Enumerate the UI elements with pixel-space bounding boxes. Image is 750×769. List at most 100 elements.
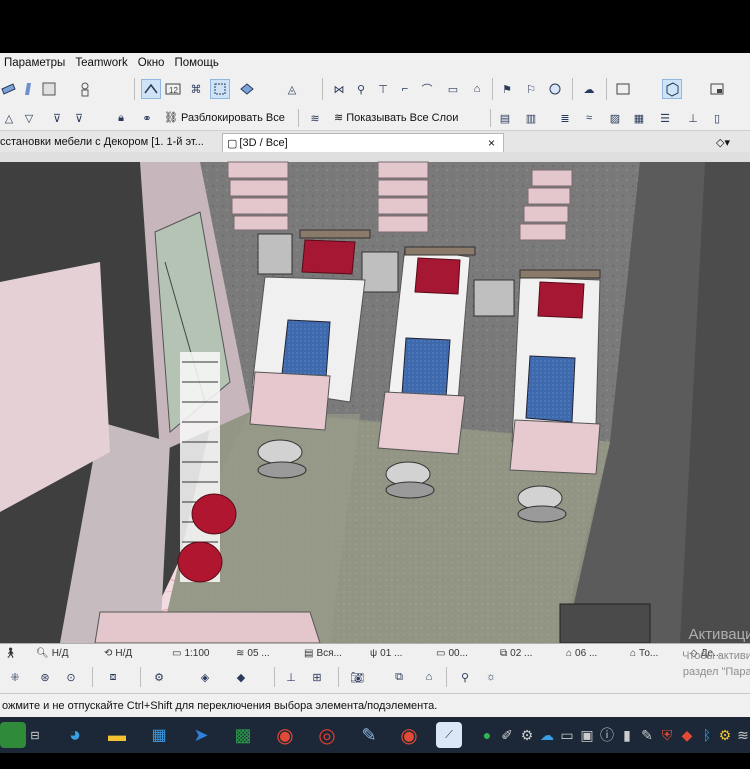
cutting-plane-icon[interactable]: ◈ <box>196 668 214 686</box>
page-icon[interactable]: ▯ <box>708 109 726 127</box>
explore-icon[interactable]: ⊛ <box>36 668 54 686</box>
eye-icon[interactable]: ⊙ <box>62 668 80 686</box>
3d-viewport[interactable] <box>0 152 750 643</box>
triangle-icon[interactable]: ◬ <box>283 80 301 98</box>
trim-icon[interactable]: ⊤ <box>374 80 392 98</box>
layer-combo-icon[interactable] <box>546 80 564 98</box>
tab-furniture-plan[interactable]: сстановки мебели с Декором [1. 1-й эт... <box>0 133 218 151</box>
activation-line2: Чтобы активиров <box>682 650 750 662</box>
waves-icon[interactable]: ≈ <box>580 109 598 127</box>
layer-combo-control[interactable]: ≋ 05 ... <box>236 646 270 660</box>
split-icon[interactable]: ⋈ <box>330 80 348 98</box>
layer-settings-icon[interactable]: ▤ <box>496 109 514 127</box>
walk-icon[interactable]: ⚲ <box>456 668 474 686</box>
yandex-icon[interactable]: ◎ <box>314 722 340 748</box>
elevation-icon[interactable]: ⊞ <box>308 668 326 686</box>
cube-icon[interactable] <box>238 80 256 98</box>
unlock-icon[interactable]: ⚭ <box>138 109 156 127</box>
pet-palette-icon[interactable] <box>141 79 161 99</box>
toolbar-main: 12 ⌘ ◬ ⋈ ⚲ ⊤ ⌐ ⌒ ▭ ⌂ ⚑ ⚐ ☁ <box>0 72 750 107</box>
store-icon[interactable]: ▦ <box>146 722 172 748</box>
show-all-layers-button[interactable]: ≋ Показывать Все Слои <box>334 111 458 125</box>
figure-icon[interactable] <box>76 80 94 98</box>
cloud-icon[interactable]: ☁ <box>580 80 598 98</box>
pattern-icon[interactable]: ▨ <box>606 109 624 127</box>
flag-icon[interactable]: ⚑ <box>498 80 516 98</box>
model-view-icon: ▭ <box>436 647 446 659</box>
renovation-control[interactable]: ⌂ 06 ... <box>566 646 597 660</box>
orbit-icon[interactable]: ⁜ <box>6 668 24 686</box>
menu-parameters[interactable]: Параметры <box>0 57 71 69</box>
task-view-icon[interactable]: ⊟ <box>22 722 48 748</box>
window-icon[interactable] <box>708 80 726 98</box>
renovation-value: 06 ... <box>575 647 598 659</box>
magic-wand-icon[interactable]: ⚲ <box>352 80 370 98</box>
block-icon[interactable]: ▦ <box>630 109 648 127</box>
to-control[interactable]: ⌂ То... <box>630 646 658 660</box>
unlock-all-button[interactable]: ⛓ Разблокировать Все <box>164 111 285 125</box>
tray-wifi-icon[interactable]: ≋ <box>730 722 750 748</box>
rows-icon[interactable]: ☰ <box>656 109 674 127</box>
override-value: 02 ... <box>510 647 533 659</box>
building-icon[interactable]: ⌂ <box>420 668 438 686</box>
pen-set-value: 01 ... <box>380 647 403 659</box>
window-frame-icon[interactable] <box>40 80 58 98</box>
roof-icon[interactable]: ⌂ <box>468 80 486 98</box>
menu-help[interactable]: Помощь <box>170 57 224 69</box>
rotation-control[interactable]: ⟲ Н/Д <box>104 646 132 660</box>
structure-control[interactable]: ▤ Вся... <box>304 646 342 660</box>
file-explorer-icon[interactable]: ▬ <box>104 722 130 748</box>
filter-icon[interactable]: ⧈ <box>104 668 122 686</box>
underline-triangle-icon[interactable]: ⊽ <box>48 109 66 127</box>
menu-teamwork[interactable]: Teamwork <box>71 57 133 69</box>
tab-bar: сстановки мебели с Декором [1. 1-й эт...… <box>0 131 750 153</box>
person-icon[interactable]: 🚶︎ <box>4 646 17 660</box>
columns-icon[interactable]: ▥ <box>522 109 540 127</box>
style-icon[interactable]: ◆ <box>232 668 250 686</box>
archicad-icon[interactable]: ⟋ <box>436 722 462 748</box>
rectangle-icon[interactable]: ▭ <box>444 80 462 98</box>
image-icon[interactable] <box>614 80 632 98</box>
corner-icon[interactable]: ⌐ <box>396 80 414 98</box>
close-icon[interactable]: × <box>488 136 495 150</box>
cross-icon[interactable]: ⌘ <box>187 80 205 98</box>
shade-icon[interactable]: ⊥ <box>684 109 702 127</box>
chrome-2-icon[interactable]: ◉ <box>396 722 422 748</box>
structure-icon: ▤ <box>304 647 314 659</box>
model-view-control[interactable]: ▭ 00... <box>436 646 468 660</box>
nd2-value: Н/Д <box>115 647 133 659</box>
chrome-icon[interactable]: ◉ <box>272 722 298 748</box>
tab-3d-view[interactable]: ▢ [3D / Все] × <box>222 133 504 152</box>
zoom-control[interactable]: 🔍︎ Н/Д <box>36 646 68 660</box>
triangle-down-icon[interactable]: ▽ <box>20 109 38 127</box>
to-value: То... <box>639 647 659 659</box>
edge-icon[interactable]: ◕ <box>62 722 88 748</box>
3d-view-icon[interactable] <box>662 79 682 99</box>
triangle-up-icon[interactable]: △ <box>0 109 18 127</box>
elements-icon[interactable]: ⚙ <box>150 668 168 686</box>
layers-icon[interactable]: ≋ <box>306 109 324 127</box>
windows-taskbar: ⊟ ◕ ▬ ▦ ➤ ▩ ◉ ◎ ✎ ◉ ⟋ ● ✐ ⚙ ☁ ▭ ▣ ⓘ ▮ ✎ … <box>0 717 750 753</box>
pencil-icon[interactable] <box>20 80 38 98</box>
paint-icon[interactable]: ✎ <box>356 722 382 748</box>
graphic-override-control[interactable]: ⧉ 02 ... <box>500 646 532 660</box>
section-icon[interactable]: ⊥ <box>282 668 300 686</box>
camera-icon[interactable]: 📷︎ <box>348 668 366 686</box>
photo-render-icon[interactable]: ⧉ <box>390 668 408 686</box>
shadow-icon[interactable]: ☼ <box>482 668 500 686</box>
underline-triangle2-icon[interactable]: ⊽ <box>70 109 88 127</box>
scale-control[interactable]: ▭ 1:100 <box>172 646 209 660</box>
messenger-icon[interactable]: ➤ <box>188 722 214 748</box>
excel-icon[interactable]: ▩ <box>230 722 256 748</box>
menu-window[interactable]: Окно <box>134 57 171 69</box>
flag-detail-icon[interactable]: ⚐ <box>522 80 540 98</box>
stack-icon[interactable]: ≣ <box>556 109 574 127</box>
view-options-icon[interactable]: ◇▾ <box>716 133 750 151</box>
model-view-value: 00... <box>448 647 468 659</box>
number-12-icon[interactable]: 12 <box>164 80 182 98</box>
grid-snap-icon[interactable] <box>210 79 230 99</box>
pen-set-control[interactable]: ψ 01 ... <box>370 646 402 660</box>
arrow-icon[interactable] <box>0 80 18 98</box>
lock-icon[interactable]: 🔒︎ <box>112 109 130 127</box>
curve-icon[interactable]: ⌒ <box>418 80 436 98</box>
